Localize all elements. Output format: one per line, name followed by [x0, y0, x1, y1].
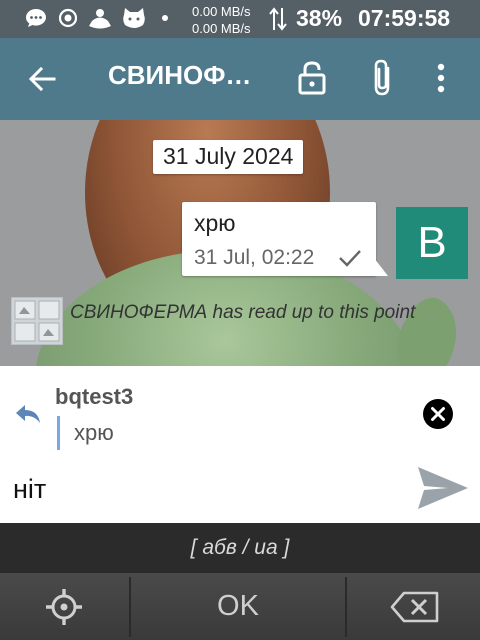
backspace-icon: [390, 591, 439, 623]
download-speed: 0.00 MB/s: [192, 21, 251, 36]
chat-area[interactable]: 31 July 2024 хрю 31 Jul, 02:22 B СВИНОФЕ…: [0, 120, 480, 366]
softkey-separator: [129, 577, 131, 637]
message-bubble[interactable]: хрю 31 Jul, 02:22: [182, 202, 376, 276]
unlock-icon[interactable]: [297, 60, 327, 96]
check-icon: [339, 250, 361, 267]
softkey-settings[interactable]: [0, 573, 128, 640]
avatar[interactable]: B: [396, 207, 468, 279]
data-transfer-icon: [269, 7, 287, 31]
paperclip-icon[interactable]: [370, 58, 396, 98]
reply-icon: [16, 405, 40, 423]
close-reply-icon[interactable]: [423, 399, 453, 429]
reply-quote: хрю: [74, 420, 114, 445]
message-text: хрю: [194, 210, 236, 236]
ok-label: OK: [217, 590, 259, 622]
softkey-bar: OK: [0, 573, 480, 640]
input-mode-indicator: [ абв / ua ]: [0, 523, 480, 573]
app-bar: СВИНОФ…: [0, 38, 480, 120]
reply-preview: bqtest3 хрю: [0, 366, 480, 454]
cat-icon: [123, 8, 145, 28]
reader-avatar-thumbnail: [11, 297, 63, 345]
read-marker-text: СВИНОФЕРМА has read up to this point: [70, 302, 416, 323]
back-arrow-icon[interactable]: [28, 64, 58, 94]
message-input[interactable]: ніт: [13, 474, 46, 505]
bubble-tail: [374, 258, 388, 276]
message-icon: [26, 9, 46, 27]
date-separator: 31 July 2024: [153, 140, 304, 174]
battery-level: 38%: [296, 5, 343, 31]
message-time: 31 Jul, 02:22: [194, 246, 315, 269]
reply-author: bqtest3: [55, 384, 134, 409]
more-vertical-icon[interactable]: [436, 62, 446, 94]
chat-title[interactable]: СВИНОФ…: [108, 60, 268, 91]
person-icon: [89, 9, 111, 29]
softkey-ok[interactable]: OK: [132, 573, 344, 640]
record-icon: [58, 8, 78, 28]
upload-speed: 0.00 MB/s: [192, 4, 251, 19]
send-icon[interactable]: [416, 464, 470, 512]
reply-quote-bar: [57, 416, 60, 450]
message-input-row: ніт: [0, 454, 480, 523]
status-bar: 0.00 MB/s 0.00 MB/s 38% 07:59:58: [0, 0, 480, 38]
notification-dot: [162, 15, 168, 21]
softkey-backspace[interactable]: [348, 573, 480, 640]
clock: 07:59:58: [358, 5, 451, 31]
gear-icon: [46, 589, 82, 625]
network-speed: 0.00 MB/s 0.00 MB/s: [192, 3, 251, 37]
softkey-separator: [345, 577, 347, 637]
